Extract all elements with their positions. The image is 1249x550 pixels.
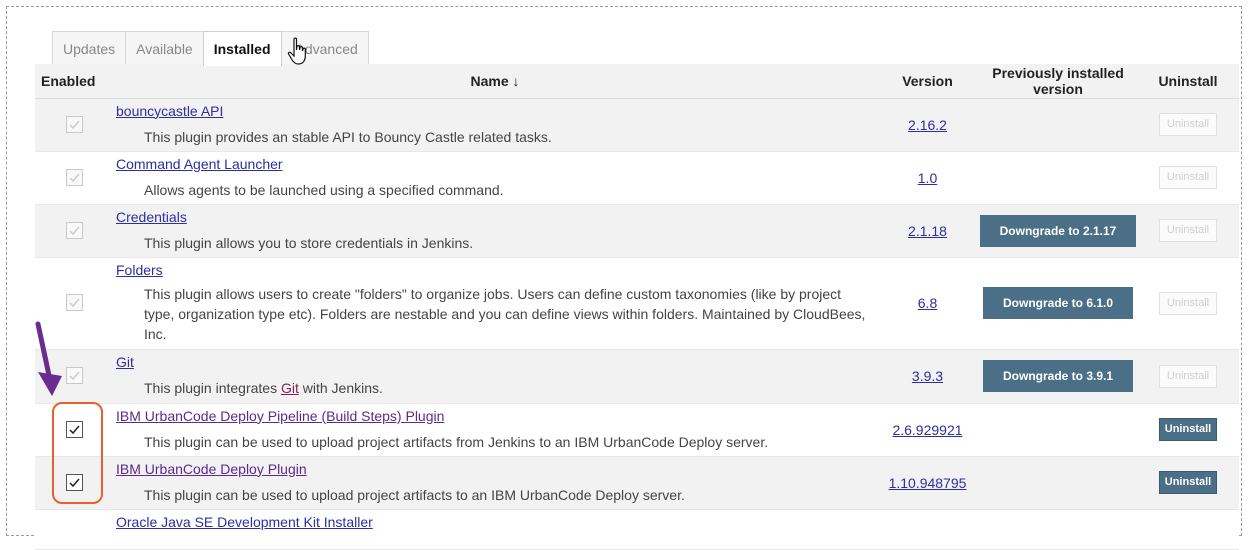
column-previous-version: Previously installed version bbox=[979, 64, 1137, 99]
table-row: Credentials This plugin allows you to st… bbox=[35, 204, 1239, 258]
plugin-version-link[interactable]: 2.1.18 bbox=[908, 223, 947, 239]
uninstall-button[interactable]: Uninstall bbox=[1159, 471, 1217, 494]
plugin-description: Allows agents to be launched using a spe… bbox=[144, 181, 504, 198]
git-link[interactable]: Git bbox=[281, 380, 299, 396]
downgrade-button[interactable]: Downgrade to 3.9.1 bbox=[982, 360, 1134, 392]
plugin-version-link[interactable]: 1.0 bbox=[918, 170, 937, 186]
plugin-name-link[interactable]: Git bbox=[116, 354, 134, 370]
plugin-name-link[interactable]: Folders bbox=[116, 262, 163, 278]
plugin-version-link[interactable]: 2.16.2 bbox=[908, 117, 947, 133]
check-icon bbox=[69, 173, 80, 182]
plugin-name-link[interactable]: bouncycastle API bbox=[116, 103, 223, 119]
check-icon bbox=[69, 298, 80, 308]
table-row: bouncycastle API This plugin provides an… bbox=[35, 98, 1239, 152]
plugin-version-link[interactable]: 2.6.929921 bbox=[892, 422, 962, 438]
column-enabled: Enabled bbox=[35, 64, 114, 99]
plugin-description: This plugin integrates Git with Jenkins. bbox=[144, 378, 383, 398]
column-version[interactable]: Version bbox=[876, 64, 979, 99]
hand-cursor-icon bbox=[287, 37, 306, 65]
table-row: Command Agent Launcher Allows agents to … bbox=[35, 151, 1239, 205]
table-row: Oracle Java SE Development Kit Installer bbox=[35, 509, 1239, 550]
plugin-description: This plugin can be used to upload projec… bbox=[144, 433, 769, 450]
tab-updates[interactable]: Updates bbox=[52, 31, 127, 65]
downgrade-button[interactable]: Downgrade to 2.1.17 bbox=[979, 214, 1137, 247]
uninstall-button: Uninstall bbox=[1159, 113, 1217, 136]
tab-installed[interactable]: Installed bbox=[202, 31, 282, 66]
highlight-box bbox=[52, 402, 103, 504]
table-row: IBM UrbanCode Deploy Plugin This plugin … bbox=[35, 456, 1239, 510]
plugin-description: This plugin allows you to store credenti… bbox=[144, 234, 474, 251]
plugin-name-link[interactable]: IBM UrbanCode Deploy Plugin bbox=[116, 461, 307, 477]
table-row: Folders This plugin allows users to crea… bbox=[35, 257, 1239, 350]
column-name[interactable]: Name ↓ bbox=[114, 64, 876, 99]
installed-plugins-table: Enabled Name ↓ Version Previously instal… bbox=[35, 64, 1239, 550]
uninstall-button: Uninstall bbox=[1159, 291, 1217, 315]
uninstall-button[interactable]: Uninstall bbox=[1159, 418, 1217, 441]
plugin-name-link[interactable]: Oracle Java SE Development Kit Installer bbox=[116, 514, 373, 530]
plugin-version-link[interactable]: 6.8 bbox=[918, 295, 937, 311]
enabled-checkbox bbox=[66, 115, 83, 133]
plugin-description: This plugin allows users to create "fold… bbox=[144, 285, 866, 342]
plugin-version-link[interactable]: 1.10.948795 bbox=[889, 475, 967, 491]
plugin-manager-tabs: Updates Available Installed Advanced bbox=[52, 31, 369, 66]
enabled-checkbox bbox=[66, 168, 83, 186]
uninstall-button: Uninstall bbox=[1159, 364, 1217, 388]
column-uninstall: Uninstall bbox=[1137, 64, 1239, 99]
plugin-name-link[interactable]: Command Agent Launcher bbox=[116, 156, 283, 172]
uninstall-button: Uninstall bbox=[1159, 166, 1217, 189]
enabled-checkbox bbox=[66, 221, 83, 239]
table-row: IBM UrbanCode Deploy Pipeline (Build Ste… bbox=[35, 403, 1239, 457]
annotation-arrow-icon bbox=[35, 321, 62, 396]
description-text: with Jenkins. bbox=[298, 379, 383, 396]
description-text: This plugin integrates bbox=[144, 379, 281, 396]
plugin-name-link[interactable]: IBM UrbanCode Deploy Pipeline (Build Ste… bbox=[116, 408, 444, 424]
plugin-description: This plugin can be used to upload projec… bbox=[144, 486, 685, 503]
enabled-checkbox bbox=[66, 294, 83, 312]
plugin-version-link[interactable]: 3.9.3 bbox=[912, 368, 943, 384]
uninstall-button: Uninstall bbox=[1159, 219, 1217, 242]
downgrade-button[interactable]: Downgrade to 6.1.0 bbox=[982, 287, 1134, 319]
check-icon bbox=[69, 120, 80, 129]
check-icon bbox=[69, 226, 80, 235]
tab-available[interactable]: Available bbox=[125, 31, 204, 65]
table-row: Git This plugin integrates Git with Jenk… bbox=[35, 349, 1239, 404]
plugin-name-link[interactable]: Credentials bbox=[116, 209, 187, 225]
plugin-description: This plugin provides an stable API to Bo… bbox=[144, 128, 552, 145]
